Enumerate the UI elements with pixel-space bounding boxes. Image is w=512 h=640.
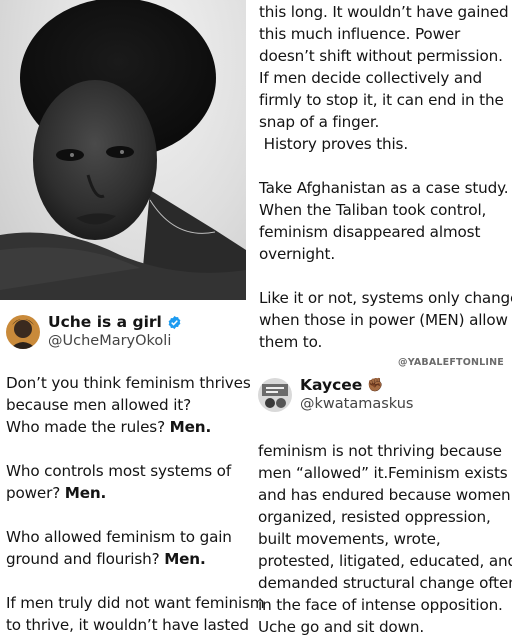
avatar[interactable] bbox=[6, 314, 40, 349]
tweet-line: Who made the rules? Men. bbox=[6, 418, 212, 436]
tweet-line: this long. It wouldn’t have gained bbox=[259, 3, 509, 21]
tweet-line: snap of a finger. bbox=[259, 113, 380, 131]
author-name[interactable]: Uche is a girl bbox=[48, 313, 162, 332]
tweet-line: If men decide collectively and bbox=[259, 69, 483, 87]
portrait-photo bbox=[0, 0, 246, 300]
tweet-line: Who controls most systems of bbox=[6, 462, 232, 480]
tweet-line: ground and flourish? Men. bbox=[6, 550, 206, 568]
tweet-line: Don’t you think feminism thrives bbox=[6, 374, 251, 392]
tweet-line: feminism is not thriving because bbox=[258, 442, 502, 460]
tweet-line: organized, resisted oppression, bbox=[258, 508, 491, 526]
tweet-line: History proves this. bbox=[259, 135, 408, 153]
tweet-line: when those in power (MEN) allow bbox=[259, 311, 508, 329]
tweet-line: power? Men. bbox=[6, 484, 107, 502]
author-handle[interactable]: @kwatamaskus bbox=[300, 395, 413, 413]
tweet-line: Uche go and sit down. bbox=[258, 618, 424, 636]
verified-badge-icon bbox=[167, 315, 182, 330]
tweet-line: in the face of intense opposition. bbox=[258, 596, 503, 614]
tweet-line: If men truly did not want feminism bbox=[6, 594, 265, 612]
tweet-line: and has endured because women bbox=[258, 486, 511, 504]
tweet-line: built movements, wrote, bbox=[258, 530, 441, 548]
tweet-line: demanded structural change often bbox=[258, 574, 512, 592]
tweet-line: feminism disappeared almost bbox=[259, 223, 481, 241]
left-tweet-header: Uche is a girl @UcheMaryOkoli bbox=[6, 313, 182, 350]
author-name[interactable]: Kaycee bbox=[300, 376, 362, 395]
tweet-line: this much influence. Power bbox=[259, 25, 461, 43]
tweet-line: doesn’t shift without permission. bbox=[259, 47, 503, 65]
tweet-line: overnight. bbox=[259, 245, 335, 263]
tweet-line: because men allowed it? bbox=[6, 396, 191, 414]
avatar[interactable] bbox=[258, 377, 292, 412]
tweet-line: Who allowed feminism to gain bbox=[6, 528, 232, 546]
tweet-line: firmly to stop it, it can end in the bbox=[259, 91, 504, 109]
reply-tweet-header: Kaycee ✊🏾 @kwatamaskus bbox=[258, 376, 413, 413]
author-handle[interactable]: @UcheMaryOkoli bbox=[48, 332, 182, 350]
tweet-line: When the Taliban took control, bbox=[259, 201, 487, 219]
tweet-line: to thrive, it wouldn’t have lasted bbox=[6, 616, 249, 634]
tweet-line: them to. bbox=[259, 333, 323, 351]
tweet-line: men “allowed” it.Feminism exists bbox=[258, 464, 508, 482]
tweet-line: protested, litigated, educated, and bbox=[258, 552, 512, 570]
raised-fist-icon: ✊🏾 bbox=[367, 378, 384, 393]
tweet-line: Take Afghanistan as a case study. bbox=[259, 179, 509, 197]
watermark: @YABALEFTONLINE bbox=[398, 357, 504, 368]
tweet-line: Like it or not, systems only change bbox=[259, 289, 512, 307]
